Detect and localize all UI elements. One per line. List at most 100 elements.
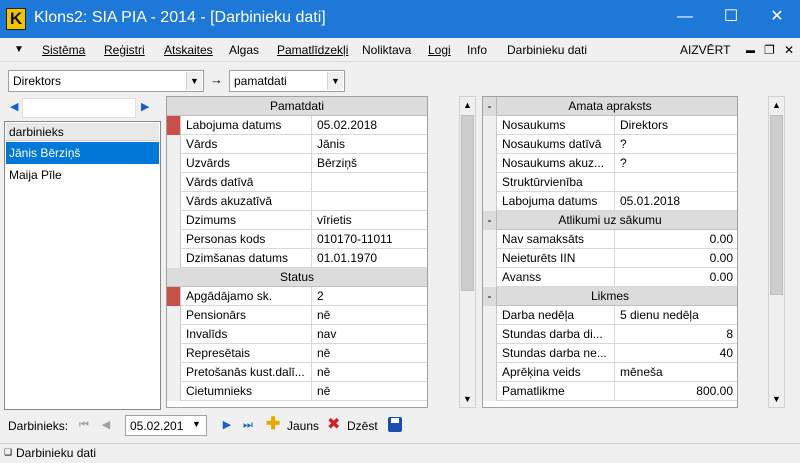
grid-row: Aprēķina veids mēneša [483,363,737,382]
collapse-icon[interactable]: - [483,287,497,306]
mdi-minimize-icon[interactable]: ▬ [746,45,755,55]
grid-row: Personas kods 010170-11011 [167,230,427,249]
scroll-up-icon[interactable]: ▲ [460,97,475,113]
menu-info[interactable]: Info [467,43,487,57]
chevron-down-icon[interactable]: ▼ [327,72,343,90]
employee-search-input[interactable] [22,98,136,118]
grid-row: Nosaukums datīvā? [483,135,737,154]
position-select[interactable]: Direktors ▼ [8,70,204,92]
grid-row: Vārds akuzatīvā [167,192,427,211]
grid-row: Stundas darba ne... 40 [483,344,737,363]
mdi-close-icon[interactable]: ✕ [784,43,794,57]
scroll-up-icon[interactable]: ▲ [769,97,784,113]
grid-row: Dzimums vīrietis [167,211,427,230]
position-select-value: Direktors [13,74,62,88]
app-logo-icon: K [6,8,26,30]
grid-row: Labojuma datums 05.01.2018 [483,192,737,211]
delete-record-button[interactable]: Dzēst [347,419,378,433]
view-select-value: pamatdati [234,74,287,88]
basic-data-scrollbar[interactable]: ▲ ▼ [459,96,476,408]
scroll-thumb[interactable] [461,115,474,291]
next-record-icon[interactable]: ▶ [219,416,235,434]
changed-marker [167,116,181,135]
employee-list-item[interactable]: Jānis Bērziņš [6,142,159,164]
new-record-button[interactable]: Jauns [287,419,319,433]
employee-list: darbinieks Jānis Bērziņš Maija Pīle [4,121,161,410]
grid-row: Represētais nē [167,344,427,363]
window-title: Klons2: SIA PIA - 2014 - [Darbinieku dat… [34,9,326,26]
scroll-down-icon[interactable]: ▼ [460,391,475,407]
grid-row: Neieturēts IIN 0.00 [483,249,737,268]
system-dropdown-icon[interactable]: ▼ [14,44,24,55]
tab-darbinieku-dati[interactable]: Darbinieku dati [16,446,96,460]
grid-row: Struktūrvienība [483,173,737,192]
close-button[interactable]: ✕ [754,0,800,34]
changed-marker [167,287,181,306]
status-bar: ❑ Darbinieku dati [0,443,800,463]
record-nav-bar: Darbinieks: ⏮ ◀ 05.02.201 ▼ ▶ ⏭ ✚ Jauns … [0,412,800,440]
basic-data-grid: Pamatdati Labojuma datums 05.02.2018 Vārd… [166,96,428,408]
menu-logi[interactable]: Logi [428,43,451,57]
grid-row: Dzimšanas datums 01.01.1970 [167,249,427,268]
grid-row: Pretošanās kust.dalī... nē [167,363,427,382]
first-record-icon[interactable]: ⏮ [76,416,92,434]
grid-row: Invalīds nav [167,325,427,344]
grid-row: Nosaukums akuz...? [483,154,737,173]
menu-pamatlidzekli[interactable]: Pamatlīdzekļi [277,43,348,57]
previous-arrow-icon[interactable]: ◀ [10,100,18,113]
tab-checkbox-icon[interactable]: ❑ [4,447,12,458]
menu-registri[interactable]: Reģistri [104,43,145,57]
next-arrow-icon[interactable]: ▶ [141,100,149,113]
arrow-right-icon: → [210,72,223,87]
grid-row: Nosaukums Direktors [483,116,737,135]
delete-icon[interactable]: ✖ [327,416,340,434]
scroll-thumb[interactable] [770,115,783,295]
grid-row: Darba nedēļa 5 dienu nedēļa [483,306,737,325]
grid-row: Apgādājamo sk. 2 [167,287,427,306]
section-header-amata-apraksts: - Amata apraksts [483,97,737,116]
employee-list-header: darbinieks [6,123,159,141]
date-select-value: 05.02.201 [130,419,184,433]
section-header-status: Status [167,268,427,287]
view-select[interactable]: pamatdati ▼ [229,70,345,92]
grid-row: Avanss 0.00 [483,268,737,287]
menu-bar: ▼ Sistēma Reģistri Atskaites Algas Pamat… [0,38,800,62]
grid-row: Nav samaksāts 0.00 [483,230,737,249]
grid-row: Labojuma datums 05.02.2018 [167,116,427,135]
chevron-down-icon[interactable]: ▼ [186,72,202,90]
collapse-icon[interactable]: - [483,211,497,230]
grid-row: Pamatlikme 800.00 [483,382,737,401]
scroll-down-icon[interactable]: ▼ [769,391,784,407]
employee-search-row: ◀ ▶ [4,97,161,119]
grid-row: Vārds datīvā [167,173,427,192]
grid-row: Vārds Jānis [167,135,427,154]
grid-row: Pensionārs nē [167,306,427,325]
record-nav-label: Darbinieks: [8,419,69,433]
section-header-atlikumi: - Atlikumi uz sākumu [483,211,737,230]
mdi-restore-icon[interactable]: ❐ [764,43,775,57]
plus-icon[interactable]: ✚ [266,415,280,433]
section-header-pamatdati: Pamatdati [167,97,427,116]
minimize-button[interactable]: — [662,0,708,34]
title-bar: K Klons2: SIA PIA - 2014 - [Darbinieku d… [0,0,800,38]
maximize-button[interactable]: ☐ [708,0,754,34]
previous-record-icon[interactable]: ◀ [98,416,114,434]
employee-list-item[interactable]: Maija Pīle [6,164,159,186]
save-icon[interactable] [388,417,402,432]
chevron-down-icon[interactable]: ▼ [192,419,201,429]
menu-algas[interactable]: Algas [229,43,259,57]
date-select[interactable]: 05.02.201 ▼ [125,415,207,436]
grid-row: Stundas darba di... 8 [483,325,737,344]
menu-sistema[interactable]: Sistēma [42,43,85,57]
grid-row: Uzvārds Bērziņš [167,154,427,173]
section-header-likmes: - Likmes [483,287,737,306]
last-record-icon[interactable]: ⏭ [240,416,256,434]
menu-darbinieku-dati[interactable]: Darbinieku dati [507,43,587,57]
menu-atskaites[interactable]: Atskaites [164,43,213,57]
menu-noliktava[interactable]: Noliktava [362,43,411,57]
close-document-button[interactable]: AIZVĒRT [680,43,730,57]
grid-row: Cietumnieks nē [167,382,427,401]
job-grid-scrollbar[interactable]: ▲ ▼ [768,96,785,408]
job-description-grid: - Amata apraksts Nosaukums Direktors Nosau… [482,96,738,408]
collapse-icon[interactable]: - [483,97,497,116]
